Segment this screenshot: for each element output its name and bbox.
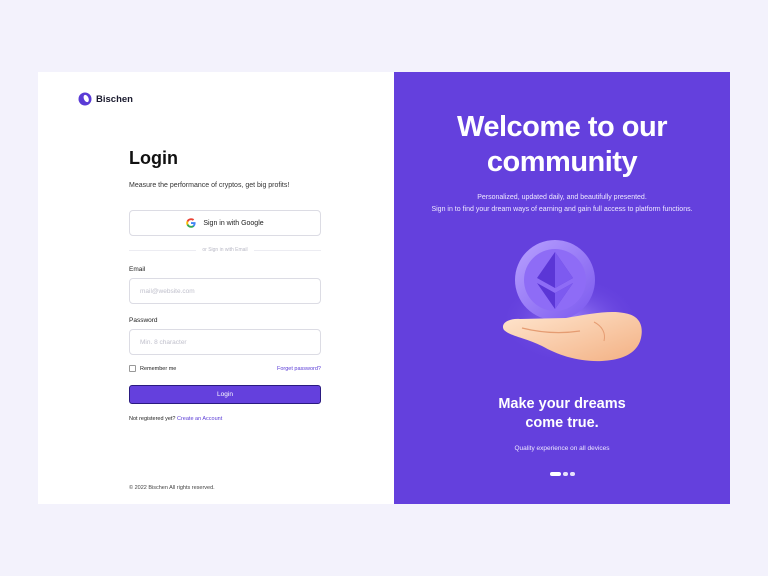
divider: or Sign in with Email [129,247,322,253]
page-subtitle: Measure the performance of cryptos, get … [129,182,290,189]
options-row: Remember me Forget password? [129,365,321,372]
promo-subtagline: Quality experience on all devices [514,445,610,452]
google-signin-button[interactable]: Sign in with Google [129,210,321,236]
forgot-password-link[interactable]: Forget password? [277,366,321,372]
create-account-link[interactable]: Create an Account [177,416,222,422]
promo-headline-line2: community [486,146,638,178]
divider-text: or Sign in with Email [202,247,248,253]
bischen-logo-icon [78,92,92,106]
email-field[interactable] [129,278,321,304]
email-label: Email [129,266,146,273]
login-form: Login Measure the performance of cryptos… [129,148,322,422]
promo-tagline-line2: come true. [525,415,599,431]
promo-panel: Welcome to our community Personalized, u… [394,72,730,504]
google-signin-label: Sign in with Google [203,219,264,227]
remember-checkbox[interactable] [129,365,136,372]
remember-me[interactable]: Remember me [129,365,176,372]
hand-holding-crypto-coin-icon [500,240,642,364]
divider-line-left [129,249,197,251]
remember-label: Remember me [140,365,177,372]
page-title: Login [129,148,178,168]
google-icon [186,218,196,228]
login-button[interactable]: Login [129,385,321,404]
register-prompt-text: Not registered yet? [129,416,176,422]
promo-description-line1: Personalized, updated daily, and beautif… [477,194,647,201]
promo-tagline: Make your dreams come true. [394,395,730,433]
promo-description: Personalized, updated daily, and beautif… [394,192,730,216]
promo-description-line2: Sign in to find your dream ways of earni… [431,206,693,213]
register-prompt: Not registered yet? Create an Account [129,416,321,422]
password-field[interactable] [129,329,321,355]
divider-line-right [253,249,322,251]
carousel-dots [550,472,575,476]
brand-name: Bischen [96,93,133,105]
carousel-dot-1[interactable] [550,472,561,476]
promo-tagline-line1: Make your dreams [498,396,626,412]
copyright: © 2022 Bischen All rights reserved. [129,485,215,491]
brand[interactable]: Bischen [78,92,133,106]
password-label: Password [129,317,158,324]
login-panel: Bischen Login Measure the performance of… [38,72,394,504]
login-page: Bischen Login Measure the performance of… [38,72,730,504]
promo-headline-line1: Welcome to our [457,111,668,143]
promo-headline: Welcome to our community [394,110,730,180]
carousel-dot-2[interactable] [563,472,568,476]
carousel-dot-3[interactable] [570,472,575,476]
